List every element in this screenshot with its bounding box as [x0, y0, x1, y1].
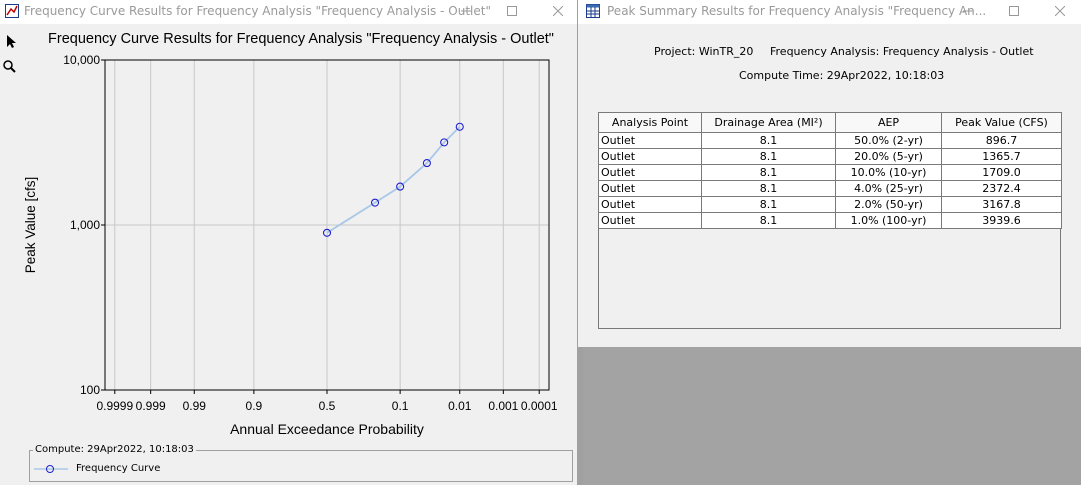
- maximize-button[interactable]: [991, 0, 1037, 24]
- y-tick-label: 100: [80, 383, 100, 397]
- x-tick-label: 0.01: [448, 399, 472, 413]
- maximize-icon: [507, 6, 517, 16]
- desktop-background: [583, 347, 1081, 485]
- cell-drainage-area: 8.1: [701, 212, 836, 229]
- chart-title: Frequency Curve Results for Frequency An…: [48, 31, 554, 47]
- chart-grid: [105, 60, 549, 390]
- frequency-curve-chart: Frequency Curve Results for Frequency An…: [23, 31, 558, 437]
- column-header-peak-value[interactable]: Peak Value (CFS): [941, 112, 1062, 133]
- maximize-button[interactable]: [489, 0, 535, 24]
- minimize-button[interactable]: [443, 0, 489, 24]
- y-tick-label: 1,000: [70, 218, 100, 232]
- x-tick-label: 0.9: [246, 399, 263, 413]
- y-tick-label: 10,000: [63, 53, 100, 67]
- x-tick-label: 0.0001: [521, 399, 558, 413]
- legend-series-marker: [34, 465, 68, 473]
- analysis-label: Frequency Analysis: Frequency Analysis -…: [770, 45, 1034, 58]
- cell-peak-value: 3939.6: [941, 212, 1062, 229]
- cell-analysis-point: Outlet: [598, 148, 702, 165]
- title-bar[interactable]: Peak Summary Results for Frequency Analy…: [578, 0, 1081, 24]
- cell-peak-value: 1709.0: [941, 164, 1062, 181]
- cell-drainage-area: 8.1: [701, 132, 836, 149]
- cell-drainage-area: 8.1: [701, 180, 836, 197]
- minimize-icon: [963, 10, 973, 12]
- cell-analysis-point: Outlet: [598, 212, 702, 229]
- x-axis-label: Annual Exceedance Probability: [230, 421, 424, 437]
- maximize-icon: [1009, 6, 1019, 16]
- cell-aep: 20.0% (5-yr): [835, 148, 942, 165]
- x-tick-label: 0.99: [183, 399, 207, 413]
- close-button[interactable]: [535, 0, 577, 24]
- window-title: Frequency Curve Results for Frequency An…: [24, 4, 491, 18]
- x-tick-label: 0.5: [319, 399, 336, 413]
- chart-window-icon: [5, 4, 19, 18]
- x-axis-ticks: 0.9999 0.999 0.99 0.9 0.5 0.1 0.01 0.001 0.0001: [96, 390, 558, 413]
- cell-peak-value: 896.7: [941, 132, 1062, 149]
- y-axis-label: Peak Value [cfs]: [23, 177, 38, 274]
- minimize-icon: [461, 10, 471, 12]
- cell-analysis-point: Outlet: [598, 164, 702, 181]
- x-tick-label: 0.9999: [96, 399, 133, 413]
- cell-aep: 2.0% (50-yr): [835, 196, 942, 213]
- peak-summary-window: Peak Summary Results for Frequency Analy…: [578, 0, 1081, 347]
- table-row[interactable]: Outlet 8.1 50.0% (2-yr) 896.7: [598, 132, 1062, 149]
- close-icon: [1055, 6, 1065, 16]
- table-header-row: Analysis Point Drainage Area (MI²) AEP P…: [598, 112, 1062, 133]
- legend-series-label: Frequency Curve: [76, 463, 161, 474]
- x-tick-label: 0.1: [392, 399, 409, 413]
- cell-peak-value: 2372.4: [941, 180, 1062, 197]
- legend-title: Compute: 29Apr2022, 10:18:03: [33, 444, 196, 455]
- cell-aep: 1.0% (100-yr): [835, 212, 942, 229]
- table-row[interactable]: Outlet 8.1 4.0% (25-yr) 2372.4: [598, 180, 1062, 197]
- column-header-analysis-point[interactable]: Analysis Point: [598, 112, 702, 133]
- cell-drainage-area: 8.1: [701, 148, 836, 165]
- x-tick-label: 0.999: [136, 399, 166, 413]
- compute-time-label: Compute Time: 29Apr2022, 10:18:03: [739, 69, 945, 82]
- cell-peak-value: 1365.7: [941, 148, 1062, 165]
- column-header-drainage-area[interactable]: Drainage Area (MI²): [701, 112, 836, 133]
- table-row[interactable]: Outlet 8.1 20.0% (5-yr) 1365.7: [598, 148, 1062, 165]
- cell-drainage-area: 8.1: [701, 164, 836, 181]
- frequency-curve-window: Frequency Curve Results for Frequency An…: [0, 0, 577, 485]
- cell-aep: 4.0% (25-yr): [835, 180, 942, 197]
- cell-analysis-point: Outlet: [598, 180, 702, 197]
- cell-peak-value: 3167.8: [941, 196, 1062, 213]
- close-button[interactable]: [1037, 0, 1081, 24]
- window-title: Peak Summary Results for Frequency Analy…: [607, 4, 987, 18]
- table-row[interactable]: Outlet 8.1 10.0% (10-yr) 1709.0: [598, 164, 1062, 181]
- x-tick-label: 0.001: [488, 399, 518, 413]
- table-window-icon: [586, 4, 600, 18]
- column-header-aep[interactable]: AEP: [835, 112, 942, 133]
- frequency-curve-series: [322, 122, 464, 237]
- cell-analysis-point: Outlet: [598, 196, 702, 213]
- table-row[interactable]: Outlet 8.1 1.0% (100-yr) 3939.6: [598, 212, 1062, 229]
- peak-summary-table: Analysis Point Drainage Area (MI²) AEP P…: [598, 112, 1062, 229]
- cell-drainage-area: 8.1: [701, 196, 836, 213]
- cell-aep: 10.0% (10-yr): [835, 164, 942, 181]
- minimize-button[interactable]: [945, 0, 991, 24]
- table-row[interactable]: Outlet 8.1 2.0% (50-yr) 3167.8: [598, 196, 1062, 213]
- cell-analysis-point: Outlet: [598, 132, 702, 149]
- series-line: [326, 126, 461, 234]
- project-label: Project: WinTR_20: [654, 45, 754, 58]
- y-axis-ticks: 100 1,000 10,000: [63, 53, 105, 397]
- title-bar[interactable]: Frequency Curve Results for Frequency An…: [0, 0, 577, 24]
- close-icon: [553, 6, 563, 16]
- cell-aep: 50.0% (2-yr): [835, 132, 942, 149]
